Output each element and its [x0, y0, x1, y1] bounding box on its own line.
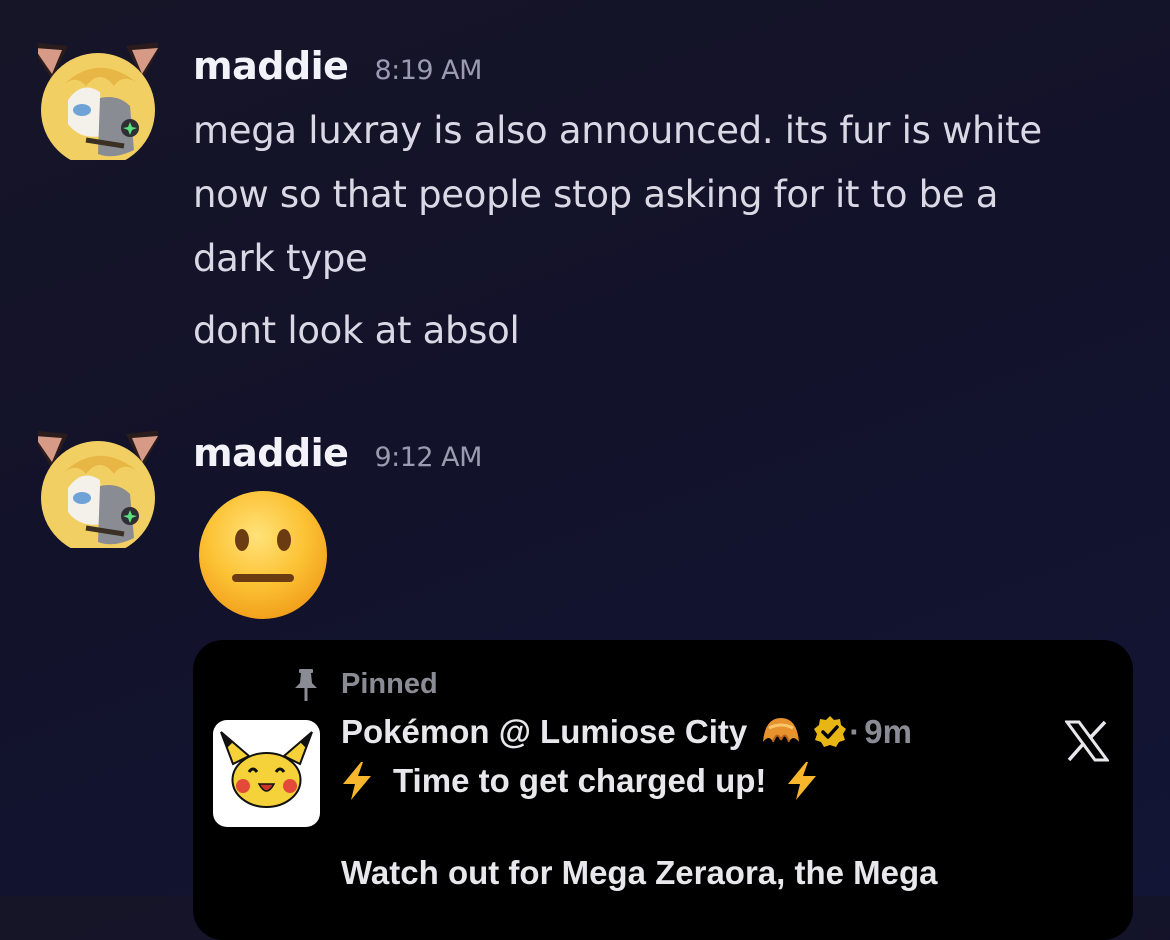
croissant-icon: [763, 718, 800, 743]
message-text-line: now so that people stop asking for it to…: [193, 173, 999, 216]
verified-badge-icon: [814, 716, 847, 747]
pin-icon: [295, 668, 317, 701]
username[interactable]: maddie: [193, 431, 349, 475]
message-text-line: mega luxray is also announced. its fur i…: [193, 109, 1042, 152]
pokemon-account-avatar[interactable]: [213, 720, 320, 827]
separator-dot: ·: [849, 713, 861, 750]
tweet-body: Watch out for Mega Zeraora, the Mega: [341, 854, 938, 892]
lightning-bolt-icon: [343, 762, 371, 800]
message-header: maddie 8:19 AM: [193, 44, 482, 88]
neutral-face-emoji-icon: [199, 491, 327, 619]
user-avatar[interactable]: [38, 40, 158, 160]
cat-girl-avatar-icon: [38, 42, 158, 160]
timestamp: 9:12 AM: [374, 442, 482, 473]
user-avatar[interactable]: [38, 428, 158, 548]
pinned-indicator: Pinned: [293, 668, 438, 701]
timestamp: 8:19 AM: [374, 55, 482, 86]
message-text-followup: dont look at absol: [193, 309, 520, 352]
message-text-line: dark type: [193, 237, 368, 280]
author-name[interactable]: Pokémon @ Lumiose City: [341, 713, 747, 751]
x-logo-icon[interactable]: [1065, 720, 1109, 762]
tweet-author-row: Pokémon @ Lumiose City · 9m: [341, 712, 912, 752]
pikachu-icon: [220, 731, 313, 808]
pinned-label: Pinned: [341, 668, 438, 700]
lightning-bolt-icon: [788, 762, 817, 800]
tweet-time: 9m: [864, 713, 912, 750]
username[interactable]: maddie: [193, 44, 349, 88]
tweet-embed[interactable]: Pinned Pokémon @ Lumiose City · 9m Time …: [193, 640, 1133, 940]
cat-girl-avatar-icon: [38, 430, 158, 548]
tweet-headline: Time to get charged up!: [341, 762, 818, 800]
tweet-headline-text: Time to get charged up!: [393, 762, 767, 799]
message-header: maddie 9:12 AM: [193, 431, 482, 475]
tweet-body-text: Watch out for Mega Zeraora, the Mega: [341, 854, 938, 891]
message-body: mega luxray is also announced. its fur i…: [193, 99, 1143, 363]
